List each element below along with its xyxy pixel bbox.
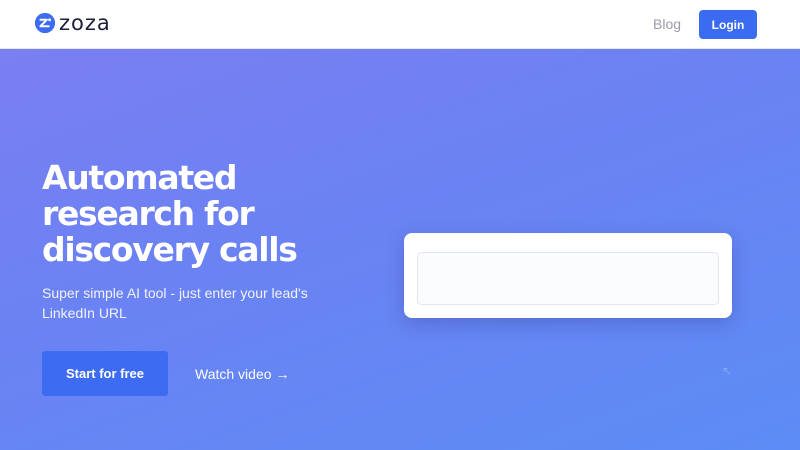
hero-subtitle-line: LinkedIn URL [42,305,127,321]
nav-link-blog[interactable]: Blog [653,16,681,32]
watch-video-link[interactable]: Watch video → [195,366,290,382]
cta-row: Start for free Watch video → [42,351,290,396]
hero-title-line: discovery calls [42,230,298,269]
linkedin-url-card [404,233,732,318]
linkedin-url-input[interactable] [417,252,719,305]
arrow-right-icon: → [275,365,290,382]
logo-wordmark: zoza [59,11,111,35]
hero-title-line: Automated [42,158,238,197]
hero-title: Automated research for discovery calls [42,160,382,268]
login-button[interactable]: Login [699,10,757,39]
top-navigation-bar: zoza Blog Login [0,0,800,49]
watch-video-label: Watch video [195,365,272,382]
zoza-logo[interactable]: zoza [34,12,111,34]
hero-subtitle-line: Super simple AI tool - just enter your l… [42,285,308,301]
cursor-icon: ↖ [722,364,733,378]
hero-section: Automated research for discovery calls S… [42,160,382,323]
start-for-free-button[interactable]: Start for free [42,351,168,396]
hero-title-line: research for [42,194,255,233]
hero-subtitle: Super simple AI tool - just enter your l… [42,283,312,323]
zoza-logo-icon [34,12,56,34]
